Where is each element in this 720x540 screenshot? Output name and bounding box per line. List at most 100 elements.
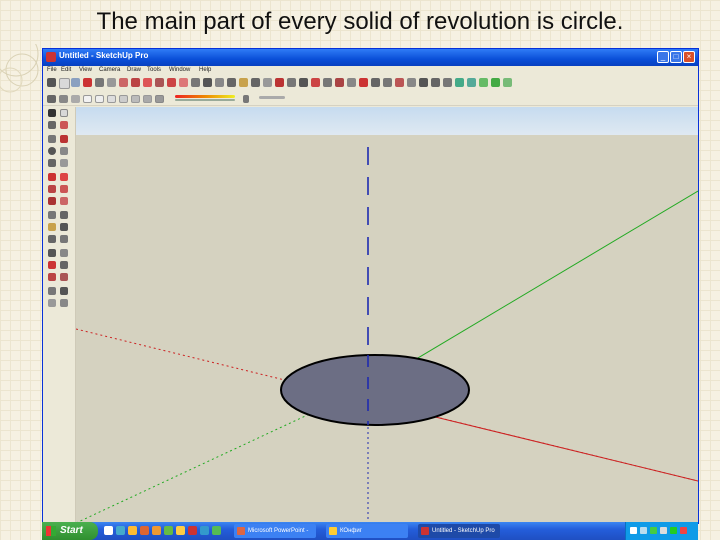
- menu-view[interactable]: View: [79, 67, 92, 73]
- task-sketchup[interactable]: Untitled - SketchUp Pro: [418, 524, 500, 538]
- follow-me-icon[interactable]: [155, 78, 164, 87]
- section-tool-icon[interactable]: [60, 299, 68, 307]
- zoom-extents-icon[interactable]: [323, 78, 332, 87]
- shaded-textures-icon[interactable]: [143, 95, 152, 103]
- eraser-icon[interactable]: [59, 78, 70, 89]
- select-tool-icon[interactable]: [48, 109, 56, 117]
- axes-tool-icon[interactable]: [48, 235, 56, 243]
- scale-icon[interactable]: [167, 78, 176, 87]
- window-titlebar[interactable]: Untitled - SketchUp Pro _ □ ×: [43, 49, 698, 66]
- offset-icon[interactable]: [179, 78, 188, 87]
- quicklaunch-icon-7[interactable]: [176, 526, 185, 535]
- push-pull-icon[interactable]: [119, 78, 128, 87]
- quicklaunch-icon-10[interactable]: [212, 526, 221, 535]
- look-around-tool-icon[interactable]: [48, 299, 56, 307]
- previous-tool-icon[interactable]: [60, 273, 68, 281]
- text-icon[interactable]: [227, 78, 236, 87]
- shadow-time-slider[interactable]: [175, 95, 235, 98]
- tray-app-icon[interactable]: [680, 527, 687, 534]
- circle-face[interactable]: [280, 354, 470, 426]
- quicklaunch-icon-3[interactable]: [128, 526, 137, 535]
- hidden-line-icon[interactable]: [119, 95, 128, 103]
- quicklaunch-icon-4[interactable]: [140, 526, 149, 535]
- front-view-icon[interactable]: [431, 78, 440, 87]
- minimize-button[interactable]: _: [657, 51, 669, 63]
- back-edges-icon[interactable]: [95, 95, 104, 103]
- menu-help[interactable]: Help: [199, 67, 211, 73]
- orbit-icon[interactable]: [275, 78, 284, 87]
- shaded-icon[interactable]: [131, 95, 140, 103]
- maximize-button[interactable]: □: [670, 51, 682, 63]
- start-button[interactable]: Start: [42, 522, 98, 540]
- wireframe-icon[interactable]: [107, 95, 116, 103]
- orbit-tool-icon[interactable]: [48, 249, 56, 257]
- iso-view-icon[interactable]: [407, 78, 416, 87]
- zoom-icon[interactable]: [299, 78, 308, 87]
- get-models-icon[interactable]: [479, 78, 488, 87]
- dimension-icon[interactable]: [203, 78, 212, 87]
- paint-bucket-icon[interactable]: [239, 78, 248, 87]
- push-pull-tool-icon[interactable]: [60, 173, 68, 181]
- zoom-extents-tool-icon[interactable]: [48, 273, 56, 281]
- arc-tool-icon[interactable]: [60, 147, 68, 155]
- section-plane-icon[interactable]: [395, 78, 404, 87]
- dimension-tool-icon[interactable]: [60, 211, 68, 219]
- drawing-viewport[interactable]: [76, 107, 698, 523]
- menu-window[interactable]: Window: [169, 67, 190, 73]
- rotate-tool-icon[interactable]: [48, 185, 56, 193]
- right-view-icon[interactable]: [443, 78, 452, 87]
- zoom-window-tool-icon[interactable]: [60, 261, 68, 269]
- menu-edit[interactable]: Edit: [61, 67, 71, 73]
- section-display-icon[interactable]: [259, 96, 285, 99]
- offset-tool-icon[interactable]: [60, 197, 68, 205]
- task-config[interactable]: КОнфиг: [326, 524, 408, 538]
- 3d-text-icon[interactable]: [263, 78, 272, 87]
- back-view-icon[interactable]: [455, 78, 464, 87]
- next-view-icon[interactable]: [347, 78, 356, 87]
- quicklaunch-icon-5[interactable]: [152, 526, 161, 535]
- language-icon[interactable]: [630, 527, 637, 534]
- position-camera-icon[interactable]: [359, 78, 368, 87]
- scale-tool-icon[interactable]: [48, 197, 56, 205]
- share-model-icon[interactable]: [491, 78, 500, 87]
- security-icon[interactable]: [650, 527, 657, 534]
- shadow-date-slider[interactable]: [175, 99, 235, 101]
- line-icon[interactable]: [83, 78, 92, 87]
- fog-icon[interactable]: [243, 95, 249, 103]
- look-around-icon[interactable]: [383, 78, 392, 87]
- protractor-icon[interactable]: [215, 78, 224, 87]
- walk-tool-icon[interactable]: [60, 287, 68, 295]
- move-icon[interactable]: [131, 78, 140, 87]
- save-icon[interactable]: [71, 95, 80, 103]
- task-powerpoint[interactable]: Microsoft PowerPoint -: [234, 524, 316, 538]
- eraser-tool-icon[interactable]: [60, 121, 68, 129]
- zoom-window-icon[interactable]: [311, 78, 320, 87]
- quicklaunch-icon-8[interactable]: [188, 526, 197, 535]
- tape-measure-icon[interactable]: [191, 78, 200, 87]
- previous-view-icon[interactable]: [335, 78, 344, 87]
- open-icon[interactable]: [59, 95, 68, 103]
- close-button[interactable]: ×: [683, 51, 695, 63]
- circle-tool-icon[interactable]: [48, 147, 56, 155]
- left-view-icon[interactable]: [467, 78, 476, 87]
- protractor-tool-icon[interactable]: [48, 223, 56, 231]
- quicklaunch-icon-6[interactable]: [164, 526, 173, 535]
- line-tool-icon[interactable]: [60, 135, 68, 143]
- position-camera-tool-icon[interactable]: [48, 287, 56, 295]
- circle-icon[interactable]: [95, 78, 104, 87]
- photo-texture-icon[interactable]: [503, 78, 512, 87]
- xray-icon[interactable]: [83, 95, 92, 103]
- paint-tool-icon[interactable]: [48, 121, 56, 129]
- volume-icon[interactable]: [660, 527, 667, 534]
- walk-icon[interactable]: [371, 78, 380, 87]
- zoom-tool-icon[interactable]: [48, 261, 56, 269]
- quicklaunch-icon-2[interactable]: [116, 526, 125, 535]
- monochrome-icon[interactable]: [155, 95, 164, 103]
- menu-tools[interactable]: Tools: [147, 67, 161, 73]
- polygon-tool-icon[interactable]: [48, 159, 56, 167]
- arc-icon[interactable]: [107, 78, 116, 87]
- follow-me-tool-icon[interactable]: [60, 185, 68, 193]
- menu-camera[interactable]: Camera: [99, 67, 120, 73]
- quicklaunch-icon-9[interactable]: [200, 526, 209, 535]
- 3d-text-tool-icon[interactable]: [60, 235, 68, 243]
